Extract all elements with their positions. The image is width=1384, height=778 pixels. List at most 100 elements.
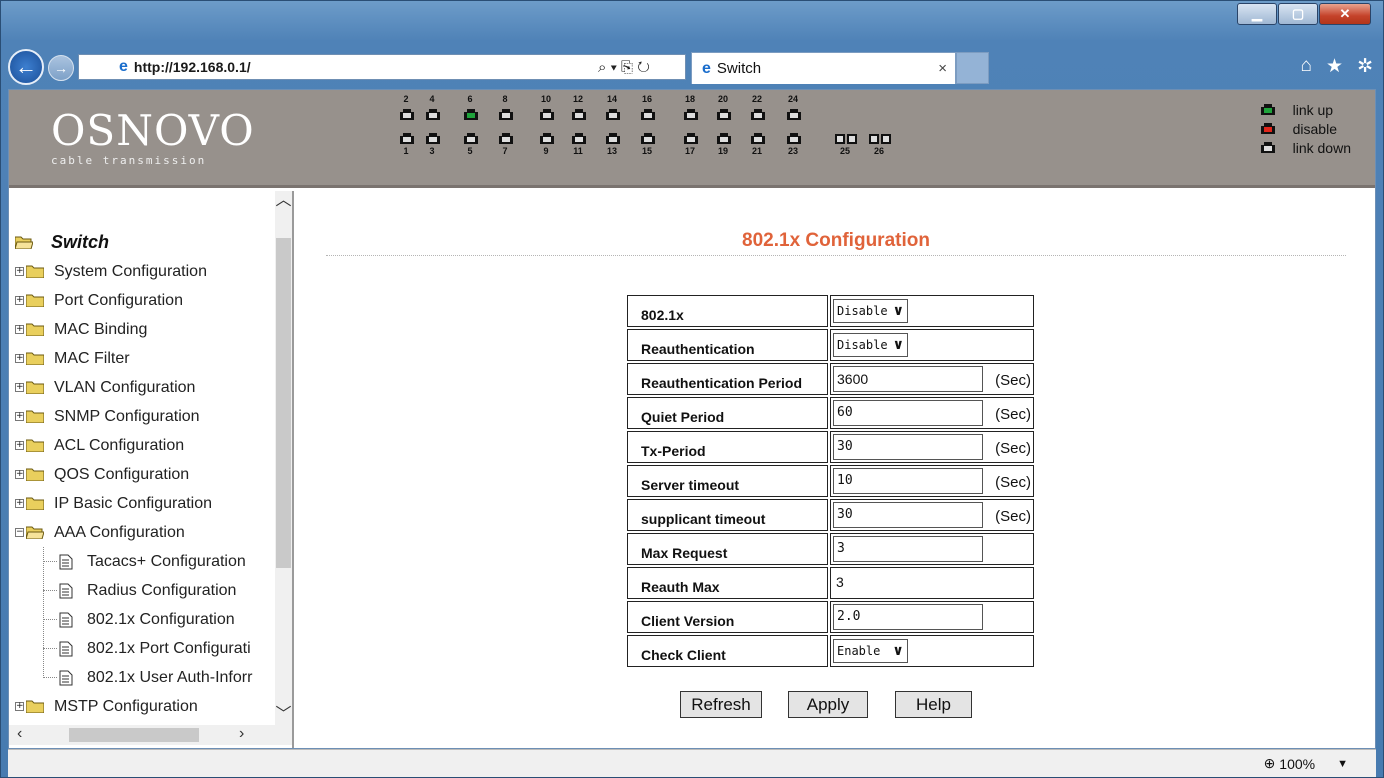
- tab-switch[interactable]: e Switch ×: [691, 52, 956, 84]
- expand-icon[interactable]: +: [15, 470, 24, 479]
- tree-item-mstp-configuration[interactable]: + MSTP Configuration: [15, 692, 277, 721]
- unit-sec: (Sec): [995, 474, 1031, 491]
- home-icon[interactable]: ⌂: [1301, 55, 1312, 78]
- expand-icon[interactable]: +: [15, 441, 24, 450]
- tree-item-port-configuration[interactable]: + Port Configuration: [15, 286, 277, 315]
- scroll-thumb[interactable]: [276, 238, 291, 568]
- address-bar[interactable]: e http://192.168.0.1/: [78, 54, 686, 80]
- expand-icon[interactable]: +: [15, 325, 24, 334]
- select-802-1x[interactable]: Disable ∨: [833, 299, 908, 323]
- address-url[interactable]: http://192.168.0.1/: [134, 59, 251, 75]
- expand-icon[interactable]: +: [15, 702, 24, 711]
- minimize-button[interactable]: ▁: [1237, 3, 1277, 25]
- port-2-icon[interactable]: [400, 109, 414, 120]
- address-tools-icons[interactable]: ⌕ ▾ ⎘ ↻: [598, 59, 650, 76]
- close-window-button[interactable]: ✕: [1319, 3, 1371, 25]
- port-7-icon[interactable]: [499, 133, 513, 144]
- expand-icon[interactable]: +: [15, 354, 24, 363]
- tree-item-mac-binding[interactable]: + MAC Binding: [15, 315, 277, 344]
- back-button[interactable]: ←: [8, 49, 44, 85]
- scroll-up-arrow-icon[interactable]: ︿: [275, 191, 292, 211]
- port-18-icon[interactable]: [684, 109, 698, 120]
- tree-item-aaa-configuration[interactable]: − AAA Configuration: [15, 518, 277, 547]
- refresh-button[interactable]: Refresh: [680, 691, 762, 718]
- tree-item-qos-configuration[interactable]: + QOS Configuration: [15, 460, 277, 489]
- collapse-icon[interactable]: −: [15, 528, 24, 537]
- legend-link-up: link up: [1260, 100, 1351, 119]
- port-8-icon[interactable]: [499, 109, 513, 120]
- port-number-label: 16: [641, 94, 652, 104]
- input-tx-period[interactable]: 30: [833, 434, 983, 460]
- scroll-down-arrow-icon[interactable]: ﹀: [275, 705, 292, 725]
- expand-icon[interactable]: +: [15, 383, 24, 392]
- tree-item-ip-basic-configuration[interactable]: + IP Basic Configuration: [15, 489, 277, 518]
- port-13-icon[interactable]: [606, 133, 620, 144]
- zoom-control[interactable]: ⊕ 100% ▼: [1264, 755, 1348, 772]
- chevron-down-icon: ∨: [892, 643, 904, 659]
- input-client-version[interactable]: 2.0: [833, 604, 983, 630]
- sidebar-horizontal-scrollbar[interactable]: ‹ ›: [9, 725, 292, 745]
- input-reauth-period[interactable]: 3600: [833, 366, 983, 392]
- port-number-label: 15: [641, 146, 652, 156]
- tree-root-switch[interactable]: Switch: [15, 227, 277, 257]
- port-6-icon[interactable]: [464, 109, 478, 120]
- port-23-icon[interactable]: [787, 133, 801, 144]
- row-max-request: Max Request 3: [627, 533, 1034, 565]
- port-20-icon[interactable]: [717, 109, 731, 120]
- tree-subitem-802-1x-port-configurati[interactable]: 802.1x Port Configurati: [15, 634, 277, 663]
- port-1-icon[interactable]: [400, 133, 414, 144]
- settings-gear-icon[interactable]: ✲: [1357, 55, 1373, 78]
- port-11-icon[interactable]: [572, 133, 586, 144]
- select-reauthentication[interactable]: Disable ∨: [833, 333, 908, 357]
- tree-item-vlan-configuration[interactable]: + VLAN Configuration: [15, 373, 277, 402]
- scroll-left-arrow-icon[interactable]: ‹: [17, 725, 22, 743]
- input-max-request[interactable]: 3: [833, 536, 983, 562]
- port-4-icon[interactable]: [426, 109, 440, 120]
- port-16-icon[interactable]: [641, 109, 655, 120]
- tree-subitem-radius-configuration[interactable]: Radius Configuration: [15, 576, 277, 605]
- apply-button[interactable]: Apply: [788, 691, 868, 718]
- port-25-icon[interactable]: [835, 133, 857, 144]
- port-number-label: 3: [429, 146, 435, 156]
- sidebar-vertical-scrollbar[interactable]: ︿ ﹀: [275, 191, 292, 725]
- port-24-icon[interactable]: [787, 109, 801, 120]
- input-reauth-max[interactable]: 3: [833, 570, 913, 596]
- port-22-icon[interactable]: [751, 109, 765, 120]
- tree-subitem-802-1x-user-auth-inforr[interactable]: 802.1x User Auth-Inforr: [15, 663, 277, 692]
- input-supplicant-timeout[interactable]: 30: [833, 502, 983, 528]
- select-check-client[interactable]: Enable ∨: [833, 639, 908, 663]
- scroll-right-arrow-icon[interactable]: ›: [239, 725, 244, 743]
- tree-subitem-tacacs-configuration[interactable]: Tacacs+ Configuration: [15, 547, 277, 576]
- port-17-icon[interactable]: [684, 133, 698, 144]
- port-3-icon[interactable]: [426, 133, 440, 144]
- expand-icon[interactable]: +: [15, 296, 24, 305]
- port-10-icon[interactable]: [540, 109, 554, 120]
- input-server-timeout[interactable]: 10: [833, 468, 983, 494]
- port-9-icon[interactable]: [540, 133, 554, 144]
- port-26-icon[interactable]: [869, 133, 891, 144]
- new-tab-button[interactable]: [956, 52, 989, 84]
- forward-button[interactable]: →: [48, 55, 74, 81]
- port-15-icon[interactable]: [641, 133, 655, 144]
- tree-item-mac-filter[interactable]: + MAC Filter: [15, 344, 277, 373]
- tree-item-acl-configuration[interactable]: + ACL Configuration: [15, 431, 277, 460]
- port-14-icon[interactable]: [606, 109, 620, 120]
- tree-item-snmp-configuration[interactable]: + SNMP Configuration: [15, 402, 277, 431]
- tree-item-system-configuration[interactable]: + System Configuration: [15, 257, 277, 286]
- favorites-star-icon[interactable]: ★: [1326, 55, 1343, 78]
- expand-icon[interactable]: +: [15, 267, 24, 276]
- input-quiet-period[interactable]: 60: [833, 400, 983, 426]
- port-12-icon[interactable]: [572, 109, 586, 120]
- port-19-icon[interactable]: [717, 133, 731, 144]
- tree-subitem-802-1x-configuration[interactable]: 802.1x Configuration: [15, 605, 277, 634]
- tab-close-icon[interactable]: ×: [938, 60, 947, 77]
- horizontal-scroll-thumb[interactable]: [69, 728, 199, 742]
- port-disable-icon: [1260, 123, 1275, 134]
- expand-icon[interactable]: +: [15, 412, 24, 421]
- maximize-button[interactable]: ▢: [1278, 3, 1318, 25]
- label-802-1x: 802.1x: [627, 295, 828, 327]
- help-button[interactable]: Help: [895, 691, 972, 718]
- port-21-icon[interactable]: [751, 133, 765, 144]
- expand-icon[interactable]: +: [15, 499, 24, 508]
- port-5-icon[interactable]: [464, 133, 478, 144]
